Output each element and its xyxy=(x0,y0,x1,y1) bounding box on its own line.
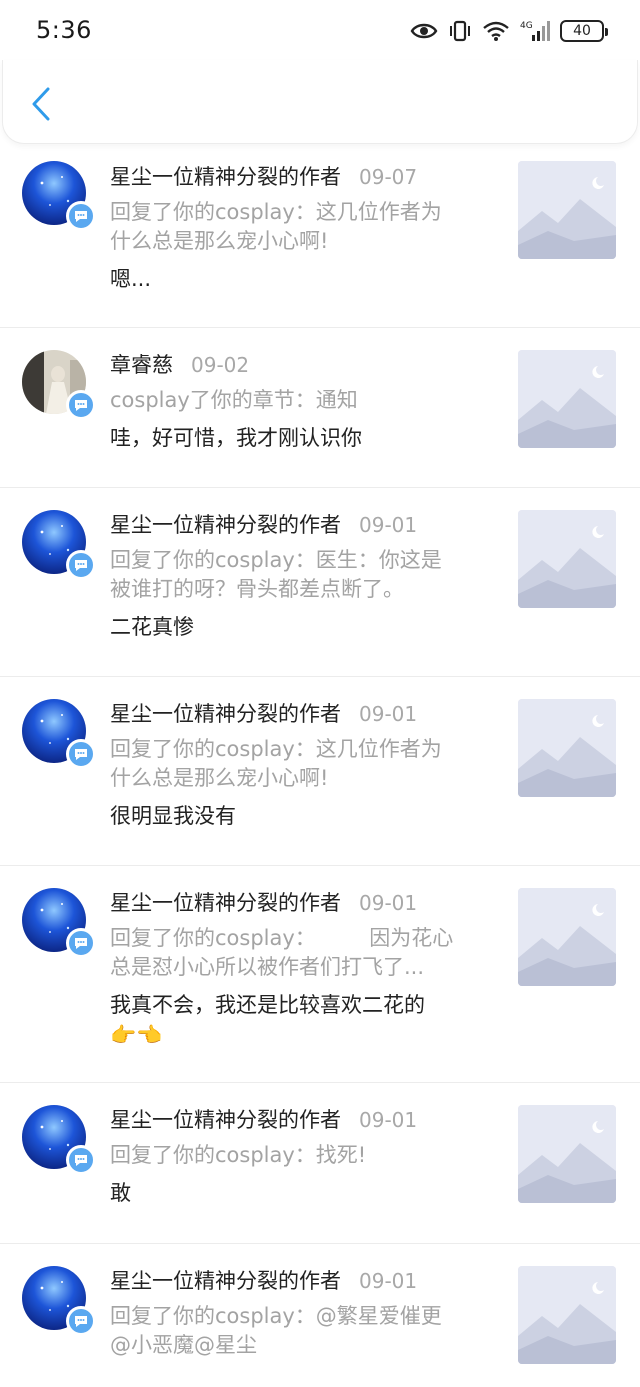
reply-context-line: 什么总是那么宠小心啊! xyxy=(110,229,329,253)
notification-date: 09-01 xyxy=(359,1108,418,1132)
avatar[interactable] xyxy=(22,699,96,769)
svg-text:4G: 4G xyxy=(520,21,533,31)
wifi-icon xyxy=(482,20,510,42)
notification-list: 星尘一位精神分裂的作者 09-07 回复了你的cosplay：这几位作者为 什么… xyxy=(0,146,640,1387)
notification-date: 09-02 xyxy=(191,353,250,377)
notification-date: 09-01 xyxy=(359,702,418,726)
thumbnail-placeholder-image[interactable] xyxy=(518,510,616,608)
reply-context[interactable]: cosplay了你的章节：通知 xyxy=(110,386,492,415)
user-name[interactable]: 星尘一位精神分裂的作者 xyxy=(110,1107,341,1133)
reply-message: 很明显我没有 xyxy=(110,804,236,828)
reply-context[interactable]: 回复了你的cosplay：这几位作者为 什么总是那么宠小心啊! xyxy=(110,198,492,256)
avatar[interactable] xyxy=(22,161,96,231)
reply-message-text: 我真不会，我还是比较喜欢二花的 xyxy=(110,993,425,1017)
thumbnail-placeholder-image[interactable] xyxy=(518,1266,616,1364)
reply-context-line: cosplay了你的章节：通知 xyxy=(110,388,358,412)
comment-badge-icon xyxy=(66,928,96,958)
status-time: 5:36 xyxy=(36,16,92,44)
comment-badge-icon xyxy=(66,739,96,769)
reply-context-line: 回复了你的cosplay：医生：你这是 xyxy=(110,548,442,572)
reply-context[interactable]: 回复了你的cosplay：@繁星爱催更 @小恶魔@星尘 xyxy=(110,1302,492,1360)
notification-content: 星尘一位精神分裂的作者 09-01 回复了你的cosplay： 因为花心 总是怼… xyxy=(110,890,492,1050)
status-icons: 4G 40 xyxy=(410,14,608,48)
reply-context-line: 回复了你的cosplay：找死! xyxy=(110,1143,367,1167)
reply-context-line: 回复了你的cosplay：这几位作者为 xyxy=(110,200,442,224)
reply-context[interactable]: 回复了你的cosplay：这几位作者为 什么总是那么宠小心啊! xyxy=(110,735,492,793)
list-item[interactable]: 星尘一位精神分裂的作者 09-01 回复了你的cosplay：这几位作者为 什么… xyxy=(0,677,640,866)
reply-context-line: 什么总是那么宠小心啊! xyxy=(110,766,329,790)
chevron-left-icon xyxy=(30,87,52,125)
notification-date: 09-07 xyxy=(359,165,418,189)
reply-context-line: 回复了你的cosplay：这几位作者为 xyxy=(110,737,442,761)
user-name[interactable]: 章睿慈 xyxy=(110,352,173,378)
notification-content: 章睿慈 09-02 cosplay了你的章节：通知 哇，好可惜，我才刚认识你 xyxy=(110,352,492,453)
avatar[interactable] xyxy=(22,350,96,420)
reply-context-line: 被谁打的呀？骨头都差点断了。 xyxy=(110,577,404,601)
reply-message: 敢 xyxy=(110,1181,131,1205)
avatar[interactable] xyxy=(22,1266,96,1336)
back-button[interactable] xyxy=(21,86,61,126)
thumbnail-placeholder-image[interactable] xyxy=(518,161,616,259)
notification-content: 星尘一位精神分裂的作者 09-01 回复了你的cosplay：找死! 敢 xyxy=(110,1107,492,1208)
list-item[interactable]: 星尘一位精神分裂的作者 09-01 回复了你的cosplay：@繁星爱催更 @小… xyxy=(0,1244,640,1387)
comment-badge-icon xyxy=(66,390,96,420)
thumbnail-placeholder-image[interactable] xyxy=(518,1105,616,1203)
battery-icon: 40 xyxy=(560,20,608,42)
list-item[interactable]: 星尘一位精神分裂的作者 09-01 回复了你的cosplay：医生：你这是 被谁… xyxy=(0,488,640,677)
reply-context-line: 回复了你的cosplay：@繁星爱催更 xyxy=(110,1304,442,1328)
comment-badge-icon xyxy=(66,550,96,580)
signal-4g-icon: 4G xyxy=(520,19,550,43)
reply-message: 我真不会，我还是比较喜欢二花的 👉👈 xyxy=(110,990,492,1050)
reply-message: 嗯... xyxy=(110,267,152,291)
reply-message: 二花真惨 xyxy=(110,615,194,639)
comment-badge-icon xyxy=(66,201,96,231)
user-name[interactable]: 星尘一位精神分裂的作者 xyxy=(110,890,341,916)
status-bar: 5:36 4G 40 xyxy=(0,0,640,62)
notification-content: 星尘一位精神分裂的作者 09-01 回复了你的cosplay：医生：你这是 被谁… xyxy=(110,512,492,642)
list-item[interactable]: 章睿慈 09-02 cosplay了你的章节：通知 哇，好可惜，我才刚认识你 xyxy=(0,328,640,488)
reply-context-line: 总是怼小心所以被作者们打飞了... xyxy=(110,955,425,979)
user-name[interactable]: 星尘一位精神分裂的作者 xyxy=(110,1268,341,1294)
notification-date: 09-01 xyxy=(359,891,418,915)
reply-message: 哇，好可惜，我才刚认识你 xyxy=(110,426,362,450)
reply-context-line: @小恶魔@星尘 xyxy=(110,1333,257,1357)
notification-date: 09-01 xyxy=(359,513,418,537)
list-item[interactable]: 星尘一位精神分裂的作者 09-07 回复了你的cosplay：这几位作者为 什么… xyxy=(0,146,640,328)
vibrate-icon xyxy=(448,20,472,42)
notification-date: 09-01 xyxy=(359,1269,418,1293)
avatar[interactable] xyxy=(22,510,96,580)
list-item[interactable]: 星尘一位精神分裂的作者 09-01 回复了你的cosplay：找死! 敢 xyxy=(0,1083,640,1244)
user-name[interactable]: 星尘一位精神分裂的作者 xyxy=(110,701,341,727)
user-name[interactable]: 星尘一位精神分裂的作者 xyxy=(110,512,341,538)
thumbnail-placeholder-image[interactable] xyxy=(518,350,616,448)
thumbnail-placeholder-image[interactable] xyxy=(518,888,616,986)
notification-content: 星尘一位精神分裂的作者 09-01 回复了你的cosplay：这几位作者为 什么… xyxy=(110,701,492,831)
reply-context-line: 回复了你的cosplay： 因为花心 xyxy=(110,926,454,950)
comment-badge-icon xyxy=(66,1306,96,1336)
notification-content: 星尘一位精神分裂的作者 09-07 回复了你的cosplay：这几位作者为 什么… xyxy=(110,164,492,294)
thumbnail-placeholder-image[interactable] xyxy=(518,699,616,797)
reply-context[interactable]: 回复了你的cosplay：找死! xyxy=(110,1141,492,1170)
user-name[interactable]: 星尘一位精神分裂的作者 xyxy=(110,164,341,190)
eye-icon xyxy=(410,22,438,40)
pointing-fingers-emoji-icon: 👉👈 xyxy=(110,1023,163,1047)
notification-content: 星尘一位精神分裂的作者 09-01 回复了你的cosplay：@繁星爱催更 @小… xyxy=(110,1268,492,1360)
reply-context[interactable]: 回复了你的cosplay：医生：你这是 被谁打的呀？骨头都差点断了。 xyxy=(110,546,492,604)
comment-badge-icon xyxy=(66,1145,96,1175)
avatar[interactable] xyxy=(22,888,96,958)
top-bar xyxy=(2,60,638,144)
reply-context[interactable]: 回复了你的cosplay： 因为花心 总是怼小心所以被作者们打飞了... xyxy=(110,924,492,982)
list-item[interactable]: 星尘一位精神分裂的作者 09-01 回复了你的cosplay： 因为花心 总是怼… xyxy=(0,866,640,1083)
avatar[interactable] xyxy=(22,1105,96,1175)
